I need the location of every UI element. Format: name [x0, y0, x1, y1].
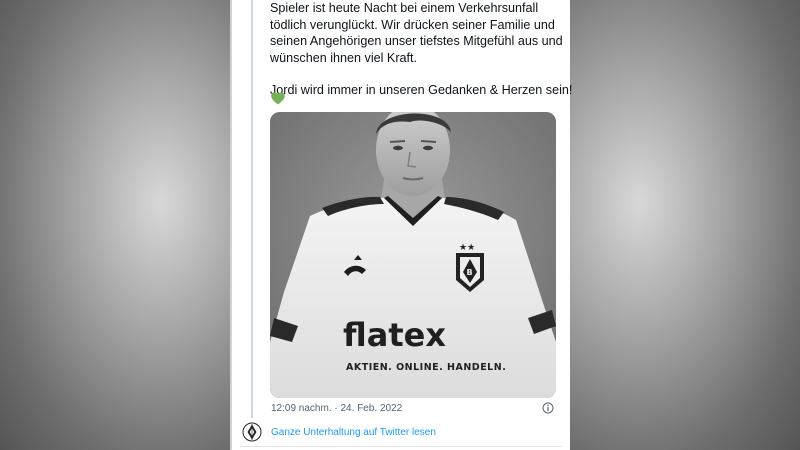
shirt-sponsor-tagline: AKTIEN. ONLINE. HANDELN.: [346, 362, 506, 373]
tweet-text: Spieler ist heute Nacht bei einem Verkeh…: [270, 0, 573, 99]
player-portrait-image: ★★ B flatex AKTIEN. ONLINE. HANDELN.: [270, 112, 556, 398]
blurred-background-left: [0, 0, 230, 450]
screen: Spieler ist heute Nacht bei einem Verkeh…: [0, 0, 800, 450]
info-icon[interactable]: [542, 402, 554, 414]
tweet-text-line: Spieler ist heute Nacht bei einem Verkeh…: [270, 1, 539, 15]
tweet-embed-card: Spieler ist heute Nacht bei einem Verkeh…: [232, 0, 573, 450]
tweet-timestamp[interactable]: 12:09 nachm. · 24. Feb. 2022: [271, 403, 402, 414]
thread-line: [251, 0, 253, 418]
green-heart-icon: [271, 92, 285, 105]
svg-text:★★: ★★: [459, 243, 475, 253]
tweet-meta: 12:09 nachm. · 24. Feb. 2022: [270, 402, 556, 416]
tweet-text-line: seinen Angehörigen unser tiefstes Mitgef…: [270, 34, 563, 48]
shirt-sponsor-logo: flatex: [343, 316, 446, 354]
tweet-text-line: wünschen ihnen viel Kraft.: [270, 50, 418, 65]
read-conversation-link[interactable]: Ganze Unterhaltung auf Twitter lesen: [242, 422, 436, 442]
blurred-background-right: [570, 0, 800, 450]
tweet-closing-line: Jordi wird immer in unseren Gedanken & H…: [270, 83, 573, 97]
divider: [240, 446, 562, 447]
club-crest-icon: [242, 422, 262, 442]
tweet-photo[interactable]: ★★ B flatex AKTIEN. ONLINE. HANDELN.: [270, 112, 556, 398]
svg-text:B: B: [467, 268, 473, 277]
tweet-text-line: tödlich verunglückt. Wir drücken seiner …: [270, 17, 555, 32]
read-conversation-label[interactable]: Ganze Unterhaltung auf Twitter lesen: [271, 427, 436, 438]
